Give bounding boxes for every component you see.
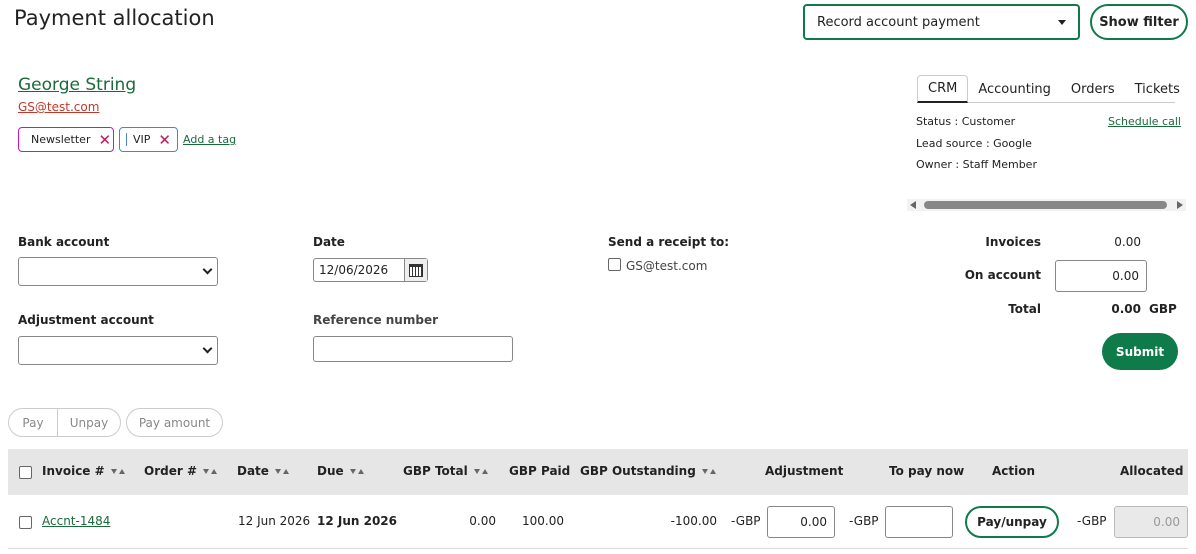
- column-header-label: Due: [317, 464, 344, 478]
- pay-button[interactable]: Pay: [8, 408, 58, 437]
- column-header-due[interactable]: Due: [317, 464, 364, 478]
- date-label: Date: [313, 235, 345, 249]
- column-header-allocated: Allocated: [1120, 464, 1184, 478]
- to-pay-now-input[interactable]: [885, 506, 953, 538]
- pay-unpay-button[interactable]: Pay/unpay: [965, 506, 1059, 538]
- date-value: 12/06/2026: [319, 263, 389, 277]
- submit-button[interactable]: Submit: [1102, 333, 1178, 370]
- date-cell: 12 Jun 2026: [238, 514, 311, 528]
- show-filter-button[interactable]: Show filter: [1090, 4, 1188, 40]
- unpay-button[interactable]: Unpay: [57, 408, 121, 437]
- scrollbar-thumb[interactable]: [924, 201, 1167, 209]
- reference-number-input[interactable]: [313, 336, 513, 362]
- gbp-outstanding-cell: -100.00: [670, 514, 717, 528]
- total-label: Total: [1008, 302, 1041, 316]
- column-header-action: Action: [992, 464, 1036, 478]
- pay-amount-button[interactable]: Pay amount: [126, 408, 223, 437]
- column-header-order[interactable]: Order #: [144, 464, 217, 478]
- column-header-gbp-outstanding[interactable]: GBP Outstanding: [580, 464, 716, 478]
- adjustment-account-label: Adjustment account: [18, 313, 154, 327]
- invoice-link[interactable]: Accnt-1484: [42, 514, 110, 528]
- crm-owner: Owner : Staff Member: [916, 158, 1037, 171]
- customer-name-link[interactable]: George String: [18, 75, 136, 95]
- add-tag-link[interactable]: Add a tag: [183, 133, 236, 146]
- schedule-call-link[interactable]: Schedule call: [1108, 115, 1181, 128]
- chevron-down-icon: [202, 264, 213, 275]
- tag-vip: VIP ✕: [119, 127, 178, 152]
- tab-tickets[interactable]: Tickets: [1125, 75, 1190, 103]
- tab-crm[interactable]: CRM: [917, 75, 969, 103]
- date-input[interactable]: 12/06/2026: [313, 258, 428, 282]
- column-header-adjustment: Adjustment: [765, 464, 844, 478]
- on-account-input[interactable]: 0.00: [1055, 260, 1147, 292]
- receipt-email: GS@test.com: [626, 259, 708, 273]
- crm-lead-source: Lead source : Google: [916, 137, 1032, 150]
- on-account-label: On account: [964, 268, 1041, 282]
- bank-account-select[interactable]: [18, 257, 218, 286]
- tag-newsletter: Newsletter ✕: [18, 127, 114, 152]
- tab-orders[interactable]: Orders: [1061, 75, 1125, 103]
- crm-tabs: CRM Accounting Orders Tickets: [917, 75, 1180, 103]
- column-header-date[interactable]: Date: [237, 464, 289, 478]
- due-cell: 12 Jun 2026: [317, 514, 398, 528]
- column-header-invoice[interactable]: Invoice #: [42, 464, 125, 478]
- reference-number-label: Reference number: [313, 313, 439, 327]
- tag-label: VIP: [133, 133, 151, 146]
- crm-panel-scrollbar[interactable]: [907, 199, 1186, 211]
- sort-icon[interactable]: [110, 468, 125, 474]
- gbp-total-cell: 0.00: [469, 514, 496, 528]
- record-payment-select[interactable]: Record account payment: [803, 4, 1080, 40]
- column-header-gbp-paid: GBP Paid: [509, 464, 571, 478]
- chevron-down-icon: [202, 343, 213, 354]
- allocated-value: 0.00: [1153, 515, 1180, 529]
- column-header-label: Date: [237, 464, 269, 478]
- adjustment-account-select[interactable]: [18, 336, 218, 365]
- sort-icon[interactable]: [701, 468, 716, 474]
- adjustment-input[interactable]: 0.00: [767, 506, 835, 538]
- adjustment-value: 0.00: [800, 515, 827, 529]
- row-divider: [8, 548, 1188, 549]
- crm-status: Status : Customer: [916, 115, 1016, 128]
- bank-account-label: Bank account: [18, 235, 110, 249]
- sort-icon[interactable]: [203, 468, 217, 474]
- caret-down-icon: [1058, 19, 1066, 25]
- allocated-currency: -GBP: [1077, 514, 1107, 528]
- row-checkbox[interactable]: [19, 516, 32, 529]
- receipt-checkbox[interactable]: [608, 258, 621, 271]
- sort-icon[interactable]: [274, 468, 289, 474]
- sort-icon[interactable]: [349, 468, 364, 474]
- remove-tag-icon[interactable]: ✕: [98, 131, 111, 149]
- column-header-label: Invoice #: [42, 464, 105, 478]
- calendar-icon: [409, 263, 423, 277]
- tag-color-swatch: [126, 133, 128, 146]
- column-header-label: GBP Outstanding: [580, 464, 696, 478]
- remove-tag-icon[interactable]: ✕: [158, 131, 171, 149]
- tab-accounting[interactable]: Accounting: [968, 75, 1061, 103]
- page-title: Payment allocation: [14, 6, 215, 30]
- scroll-left-icon[interactable]: [910, 201, 916, 209]
- record-payment-select-value: Record account payment: [817, 14, 980, 30]
- scroll-right-icon[interactable]: [1177, 201, 1183, 209]
- adjustment-currency: -GBP: [731, 514, 761, 528]
- to-pay-currency: -GBP: [849, 514, 879, 528]
- on-account-value: 0.00: [1112, 269, 1139, 283]
- receipt-label: Send a receipt to:: [608, 235, 730, 249]
- column-header-label: GBP Total: [403, 464, 468, 478]
- column-header-label: Order #: [144, 464, 197, 478]
- total-value: 0.00: [1111, 302, 1141, 316]
- column-header-gbp-total[interactable]: GBP Total: [403, 464, 488, 478]
- tag-label: Newsletter: [31, 133, 91, 146]
- invoices-label: Invoices: [985, 235, 1041, 249]
- column-header-to-pay-now: To pay now: [889, 464, 965, 478]
- gbp-paid-cell: 100.00: [522, 514, 564, 528]
- select-all-checkbox[interactable]: [19, 466, 32, 479]
- calendar-button[interactable]: [404, 259, 427, 281]
- invoices-value: 0.00: [1114, 235, 1141, 249]
- customer-email-link[interactable]: GS@test.com: [18, 100, 99, 114]
- allocated-input: 0.00: [1114, 506, 1188, 538]
- total-currency: GBP: [1149, 302, 1177, 316]
- sort-icon[interactable]: [473, 468, 488, 474]
